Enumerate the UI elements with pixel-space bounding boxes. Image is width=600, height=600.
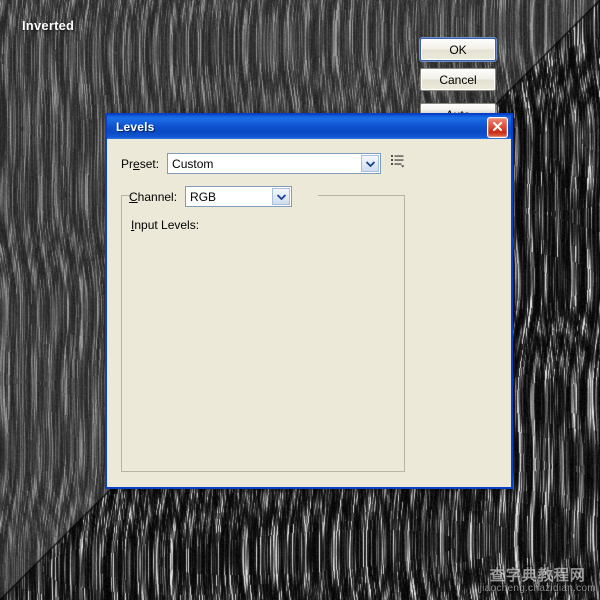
channel-label: Channel: [129,189,178,204]
channel-value: RGB [190,189,217,204]
channel-row: Channel: RGB [129,186,293,207]
inverted-overlay-label: Inverted [22,18,75,33]
watermark-chinese: 查字典教程网 [489,565,586,584]
preset-select[interactable]: Custom [167,153,382,174]
watermark-url: jiaocheng.chazidian.com [479,582,596,594]
chevron-down-icon[interactable] [361,155,380,172]
ok-button[interactable]: OK [420,38,496,61]
levels-group-frame [121,195,405,472]
close-icon[interactable] [487,117,508,138]
preset-row: Preset: Custom [121,153,405,174]
channel-select[interactable]: RGB [185,186,293,207]
levels-dialog: Levels Preset: Custom Channel: RGB Input… [105,113,513,489]
dialog-title: Levels [116,120,155,134]
cancel-button[interactable]: Cancel [420,68,496,91]
preset-menu-icon[interactable] [391,154,405,173]
chevron-down-icon[interactable] [272,188,291,205]
preset-label: Preset: [121,156,160,171]
preset-value: Custom [172,156,214,171]
dialog-title-bar[interactable]: Levels [107,115,511,139]
watermark: 查字典教程网 jiaocheng.chazidian.com [479,565,596,594]
dialog-body: Preset: Custom Channel: RGB Input Levels… [107,139,511,487]
input-levels-label: Input Levels: [131,218,200,232]
